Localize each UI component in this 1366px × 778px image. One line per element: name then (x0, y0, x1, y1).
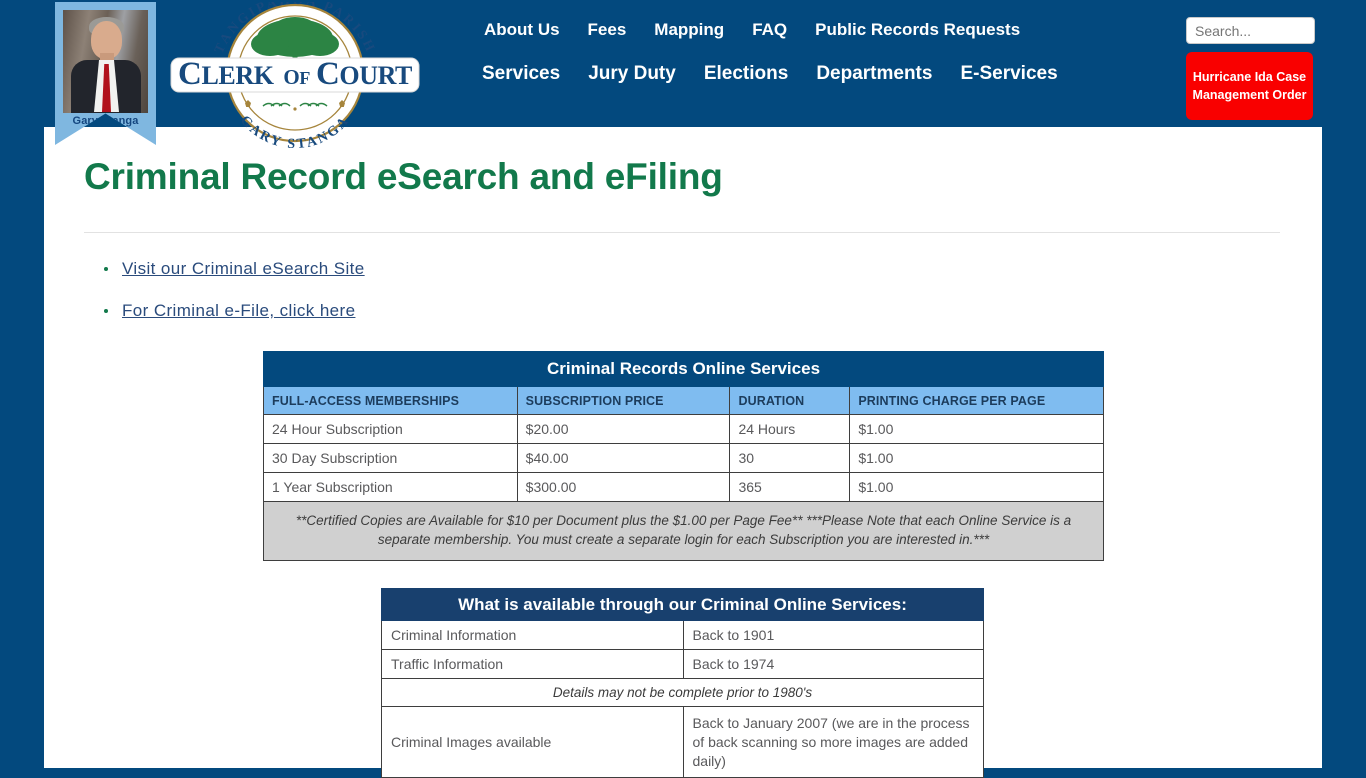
table-row: Traffic Information Back to 1974 (381, 649, 984, 679)
nav-item-elections[interactable]: Elections (704, 63, 788, 85)
nav-row-secondary: Services Jury Duty Elections Departments… (470, 52, 1170, 96)
column-header-memberships: FULL-ACCESS MEMBERSHIPS (263, 386, 518, 415)
clerk-of-court-logo[interactable]: TANGIPAHOA PARISH GARY STANGA CLERK OFCO… (167, 0, 423, 152)
nav-item-jury-duty[interactable]: Jury Duty (588, 63, 676, 85)
table-row: 1 Year Subscription $300.00 365 $1.00 (263, 472, 1104, 502)
table-note-row: Details may not be complete prior to 198… (381, 678, 984, 707)
table-row: 30 Day Subscription $40.00 30 $1.00 (263, 443, 1104, 473)
nav-item-public-records-requests[interactable]: Public Records Requests (815, 20, 1020, 40)
table2-title: What is available through our Criminal O… (381, 588, 984, 621)
cell-price: $300.00 (516, 472, 731, 502)
cell-duration: 24 Hours (729, 414, 851, 444)
cell-printing-charge: $1.00 (849, 443, 1104, 473)
cell-coverage: Back to 1974 (682, 649, 984, 679)
nav-row-primary: About Us Fees Mapping FAQ Public Records… (470, 8, 1170, 52)
cell-price: $20.00 (516, 414, 731, 444)
page-title: Criminal Record eSearch and eFiling (84, 156, 723, 197)
table-title-row: Criminal Records Online Services (263, 351, 1104, 387)
link-criminal-efile[interactable]: For Criminal e-File, click here (122, 301, 355, 320)
cell-record-type: Criminal Information (381, 620, 684, 650)
nav-item-services[interactable]: Services (482, 63, 560, 85)
cell-printing-charge: $1.00 (849, 472, 1104, 502)
cell-price: $40.00 (516, 443, 731, 473)
link-criminal-esearch-site[interactable]: Visit our Criminal eSearch Site (122, 259, 365, 278)
nav-item-departments[interactable]: Departments (816, 63, 932, 85)
table-header-row: FULL-ACCESS MEMBERSHIPS SUBSCRIPTION PRI… (263, 386, 1104, 415)
criminal-online-services-availability-table: What is available through our Criminal O… (381, 588, 984, 778)
table-row: Criminal Images available Back to Januar… (381, 706, 984, 778)
main-content: Criminal Record eSearch and eFiling Visi… (44, 127, 1322, 778)
nav-item-fees[interactable]: Fees (588, 20, 627, 40)
cell-coverage: Back to 1901 (682, 620, 984, 650)
nav-item-mapping[interactable]: Mapping (654, 20, 724, 40)
cell-duration: 365 (729, 472, 851, 502)
table2-note: Details may not be complete prior to 198… (381, 678, 984, 707)
cell-membership: 30 Day Subscription (263, 443, 518, 473)
hurricane-ida-case-management-order-button[interactable]: Hurricane Ida Case Management Order (1186, 52, 1313, 120)
column-header-duration: DURATION (729, 386, 851, 415)
table-row: 24 Hour Subscription $20.00 24 Hours $1.… (263, 414, 1104, 444)
cell-record-type: Criminal Images available (381, 706, 684, 778)
table-title-row: What is available through our Criminal O… (381, 588, 984, 621)
list-item: Visit our Criminal eSearch Site (104, 259, 365, 280)
nav-item-e-services[interactable]: E-Services (960, 63, 1057, 85)
search-input[interactable] (1186, 17, 1315, 44)
resource-link-list: Visit our Criminal eSearch Site For Crim… (104, 259, 365, 343)
cell-printing-charge: $1.00 (849, 414, 1104, 444)
cell-duration: 30 (729, 443, 851, 473)
cell-membership: 24 Hour Subscription (263, 414, 518, 444)
cell-coverage: Back to January 2007 (we are in the proc… (682, 706, 984, 778)
column-header-printing-charge: PRINTING CHARGE PER PAGE (849, 386, 1104, 415)
table-footnote-row: **Certified Copies are Available for $10… (263, 501, 1104, 561)
cell-membership: 1 Year Subscription (263, 472, 518, 502)
main-navigation: About Us Fees Mapping FAQ Public Records… (470, 8, 1170, 96)
table-row: Criminal Information Back to 1901 (381, 620, 984, 650)
nav-item-faq[interactable]: FAQ (752, 20, 787, 40)
table1-footnote: **Certified Copies are Available for $10… (263, 501, 1104, 561)
avatar (63, 10, 148, 113)
table1-title: Criminal Records Online Services (263, 351, 1104, 387)
column-header-subscription-price: SUBSCRIPTION PRICE (516, 386, 731, 415)
cell-record-type: Traffic Information (381, 649, 684, 679)
title-divider (84, 232, 1280, 233)
site-header: TANGIPAHOA PARISH GARY STANGA CLERK OFCO… (0, 0, 1366, 152)
list-item: For Criminal e-File, click here (104, 301, 365, 322)
nav-item-about-us[interactable]: About Us (484, 20, 560, 40)
criminal-records-online-services-table: Criminal Records Online Services FULL-AC… (263, 351, 1104, 561)
